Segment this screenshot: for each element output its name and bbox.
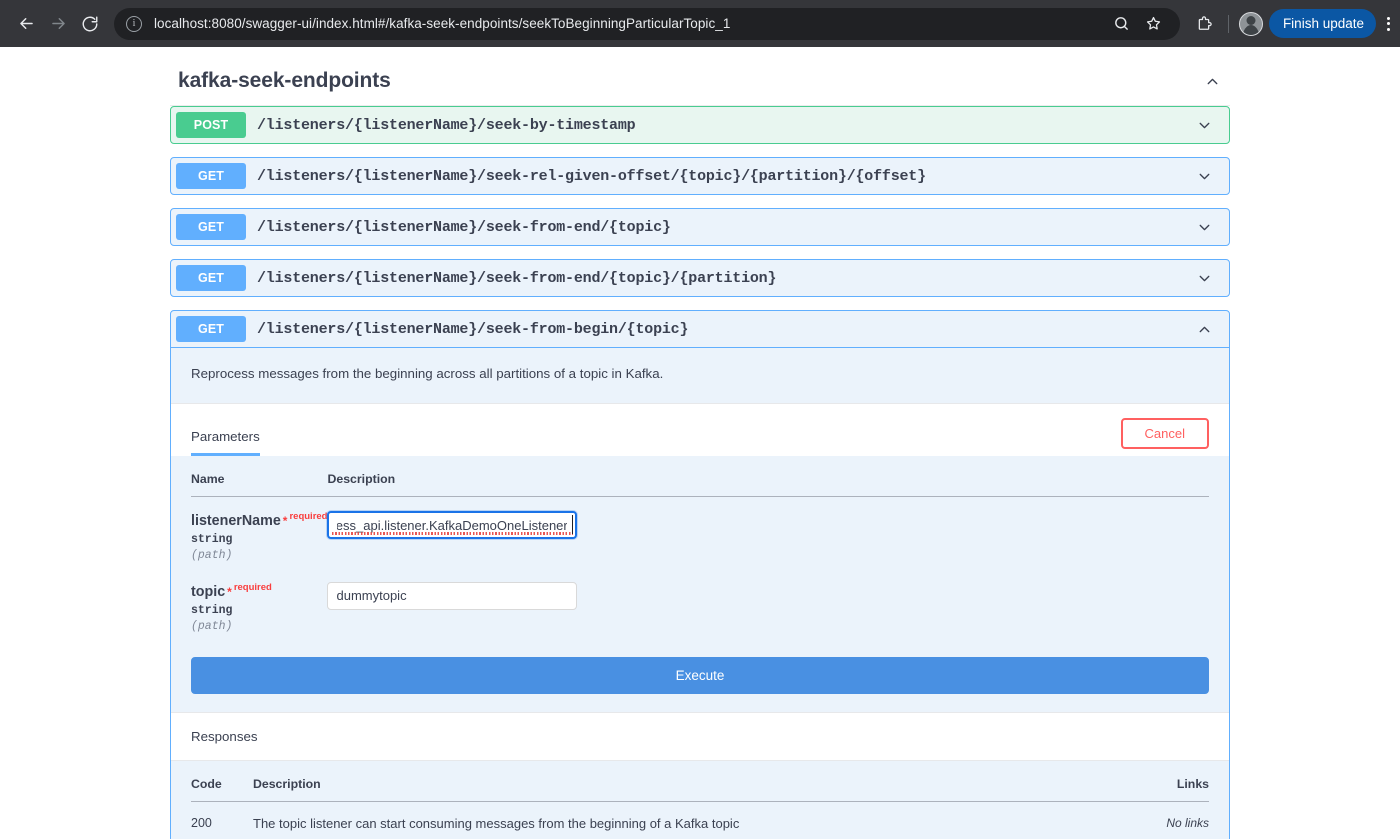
execute-button[interactable]: Execute [191, 656, 1209, 694]
operation-row[interactable]: GET /listeners/{listenerName}/seek-from-… [170, 259, 1230, 297]
avatar[interactable] [1238, 11, 1263, 36]
site-info-icon[interactable]: i [126, 15, 142, 32]
operation-expanded: GET /listeners/{listenerName}/seek-from-… [170, 310, 1230, 839]
kebab-menu-icon[interactable] [1387, 16, 1390, 31]
param-name: listenerName [191, 512, 281, 529]
address-bar-actions [1100, 10, 1168, 38]
required-label: required [233, 581, 272, 593]
http-verb-badge: GET [176, 163, 246, 189]
response-description: The topic listener can start consuming m… [253, 815, 740, 831]
cancel-button[interactable]: Cancel [1120, 418, 1209, 449]
parameters-header-row: Name Description [191, 456, 1209, 497]
operation-header-expanded[interactable]: GET /listeners/{listenerName}/seek-from-… [171, 311, 1229, 348]
response-links: No links [1166, 815, 1209, 830]
operation-row[interactable]: POST /listeners/{listenerName}/seek-by-t… [170, 106, 1230, 144]
parameters-table-wrap: Name Description listenerName * required s… [171, 456, 1229, 639]
swagger-container: kafka-seek-endpoints POST /listeners/{li… [170, 47, 1230, 839]
http-verb-badge: POST [176, 112, 246, 138]
operation-path: /listeners/{listenerName}/seek-rel-given… [257, 167, 926, 185]
operation-header-post[interactable]: POST /listeners/{listenerName}/seek-by-t… [170, 106, 1230, 144]
http-verb-badge: GET [176, 316, 246, 342]
address-bar[interactable]: i localhost:8080/swagger-ui/index.html#/… [114, 7, 1180, 40]
extensions-puzzle-icon[interactable] [1190, 10, 1218, 38]
http-verb-badge: GET [176, 265, 246, 291]
arrow-right-icon [49, 14, 68, 33]
col-header-name: Name [191, 456, 328, 497]
forward-button[interactable] [42, 8, 74, 40]
operation-header-get[interactable]: GET /listeners/{listenerName}/seek-from-… [170, 259, 1230, 297]
swagger-page: kafka-seek-endpoints POST /listeners/{li… [0, 47, 1400, 839]
responses-table-wrap: Code Description Links 200 The topic lis… [171, 760, 1229, 839]
toolbar-divider [1227, 14, 1229, 33]
browser-toolbar: i localhost:8080/swagger-ui/index.html#/… [0, 0, 1400, 47]
table-row: 200 The topic listener can start consumi… [191, 801, 1209, 839]
chevron-up-icon[interactable] [1196, 321, 1219, 338]
responses-table: Code Description Links 200 The topic lis… [191, 760, 1209, 839]
page-title: kafka-seek-endpoints [178, 69, 391, 92]
operation-path: /listeners/{listenerName}/seek-from-end/… [257, 218, 671, 236]
operation-path: /listeners/{listenerName}/seek-by-timest… [257, 116, 636, 134]
col-header-links: Links [1131, 760, 1209, 802]
required-asterisk: * [282, 513, 288, 528]
listener-name-input-holder [327, 511, 579, 539]
chevron-down-icon[interactable] [1196, 270, 1219, 287]
topic-input-holder [327, 581, 579, 610]
topic-input[interactable] [327, 581, 578, 610]
operation-description: Reprocess messages from the beginning ac… [191, 366, 664, 381]
tab-parameters[interactable]: Parameters [191, 429, 260, 456]
finish-update-button[interactable]: Finish update [1268, 9, 1376, 38]
reload-button[interactable] [74, 8, 106, 40]
text-caret [572, 515, 574, 534]
tag-section-header[interactable]: kafka-seek-endpoints [170, 59, 1230, 106]
param-input-cell [327, 568, 1209, 639]
table-row: topic * required string (path) [191, 568, 1209, 639]
required-label: required [289, 511, 328, 522]
param-name-cell: listenerName * required string (path) [191, 497, 327, 568]
operation-body: Reprocess messages from the beginning ac… [171, 348, 1229, 839]
param-name-cell: topic * required string (path) [191, 568, 327, 639]
col-header-description: Description [253, 760, 1132, 802]
operation-row[interactable]: GET /listeners/{listenerName}/seek-rel-g… [170, 157, 1230, 195]
browser-toolbar-right: Finish update [1184, 9, 1390, 38]
chevron-down-icon[interactable] [1196, 168, 1219, 185]
operation-path: /listeners/{listenerName}/seek-from-begi… [257, 320, 689, 338]
param-location: (path) [191, 548, 233, 562]
parameters-table: Name Description listenerName * required s… [191, 456, 1209, 639]
operation-row[interactable]: GET /listeners/{listenerName}/seek-from-… [170, 208, 1230, 246]
param-location: (path) [191, 619, 233, 633]
table-row: listenerName * required string (path) [191, 497, 1209, 568]
reload-icon [81, 15, 99, 33]
responses-header-row: Code Description Links [191, 760, 1209, 802]
col-header-description: Description [327, 456, 1209, 497]
star-icon[interactable] [1140, 10, 1168, 38]
listener-name-input[interactable] [327, 511, 578, 539]
search-icon[interactable] [1108, 10, 1136, 38]
back-button[interactable] [10, 8, 42, 40]
operation-header-get[interactable]: GET /listeners/{listenerName}/seek-rel-g… [170, 157, 1230, 195]
param-name: topic [191, 583, 226, 600]
arrow-left-icon [17, 14, 36, 33]
parameters-tab-bar: Parameters Cancel [171, 403, 1229, 456]
operation-header-get[interactable]: GET /listeners/{listenerName}/seek-from-… [170, 208, 1230, 246]
operation-path: /listeners/{listenerName}/seek-from-end/… [257, 269, 777, 287]
url-text: localhost:8080/swagger-ui/index.html#/ka… [154, 16, 731, 31]
param-type: string [191, 603, 233, 617]
chevron-down-icon[interactable] [1196, 219, 1219, 236]
http-verb-badge: GET [176, 214, 246, 240]
param-input-cell [327, 497, 1209, 568]
chevron-down-icon[interactable] [1196, 117, 1219, 134]
responses-title: Responses [171, 711, 1229, 761]
response-code: 200 [191, 815, 212, 830]
chevron-up-icon[interactable] [1202, 71, 1222, 91]
col-header-code: Code [191, 760, 253, 802]
execute-wrap: Execute [171, 638, 1229, 712]
required-asterisk: * [227, 584, 232, 599]
param-type: string [191, 532, 233, 546]
